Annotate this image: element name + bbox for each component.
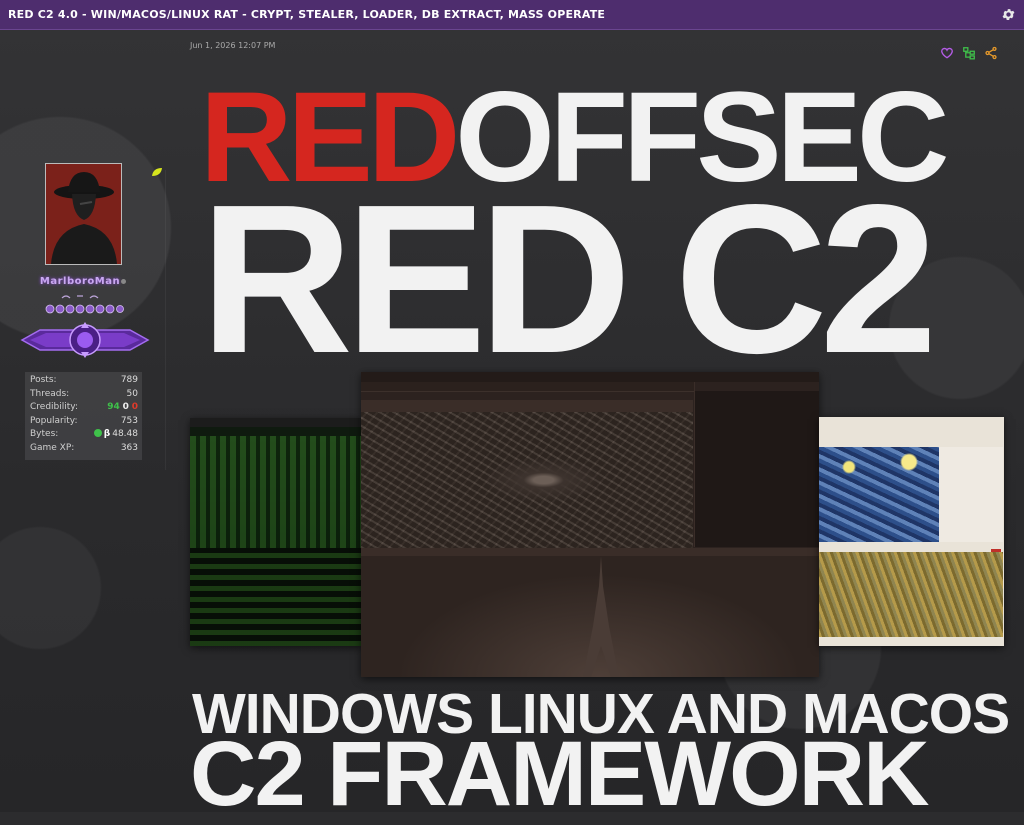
rank-badge <box>20 320 150 360</box>
banner-line-red-c2: RED C2 <box>200 160 938 397</box>
city-map-background <box>361 412 693 548</box>
green-scene <box>190 436 362 554</box>
sidebar-divider <box>165 170 166 470</box>
green-console <box>190 548 362 646</box>
stat-bytes: Bytes: β 48.48 <box>30 429 138 440</box>
award-badges <box>44 292 124 316</box>
heart-icon[interactable] <box>940 45 954 59</box>
banner-line-framework: C2 FRAMEWORK <box>190 723 930 825</box>
avatar[interactable] <box>45 163 122 265</box>
status-dot-icon <box>121 279 126 284</box>
thread-title-bar: RED C2 4.0 - WIN/MACOS/LINUX RAT - CRYPT… <box>0 0 1024 30</box>
stat-popularity: Popularity: 753 <box>30 415 138 426</box>
agents-table <box>361 400 693 412</box>
main-menubar <box>361 372 819 382</box>
console-pane <box>361 556 819 677</box>
post-actions <box>940 45 998 60</box>
user-stats: Posts: 789 Threads: 50 Credibility: 94 0… <box>25 372 142 460</box>
stat-posts: Posts: 789 <box>30 375 138 385</box>
screenshot-macos-client <box>819 417 1004 646</box>
credibility-positive[interactable]: 94 <box>107 402 120 412</box>
team-chat-panel <box>694 382 819 547</box>
gear-icon[interactable] <box>1001 7 1016 22</box>
starry-night-image <box>819 447 939 542</box>
credibility-neutral[interactable]: 0 <box>123 402 129 412</box>
stat-game-xp: Game XP: 363 <box>30 442 138 453</box>
bytes-icon <box>93 429 102 438</box>
share-icon[interactable] <box>984 45 998 60</box>
stat-credibility: Credibility: 94 0 0 <box>30 402 138 413</box>
eiffel-tower-icon <box>583 556 619 677</box>
leaf-icon <box>151 162 163 176</box>
stat-threads: Threads: 50 <box>30 388 138 399</box>
post-date: Jun 1, 2026 12:07 PM <box>190 41 276 50</box>
screenshot-main-client <box>361 372 819 677</box>
console-tab-bar <box>361 548 819 556</box>
screenshot-linux-client <box>190 418 362 646</box>
tree-icon[interactable] <box>962 45 976 60</box>
thread-title: RED C2 4.0 - WIN/MACOS/LINUX RAT - CRYPT… <box>8 8 606 21</box>
art-side-panel <box>939 447 1003 542</box>
wheat-field-image <box>819 552 1003 637</box>
client-menubar <box>190 418 362 427</box>
beta-symbol: β <box>103 429 111 440</box>
credibility-negative[interactable]: 0 <box>132 402 138 412</box>
username[interactable]: MarlboroMan <box>30 276 130 287</box>
